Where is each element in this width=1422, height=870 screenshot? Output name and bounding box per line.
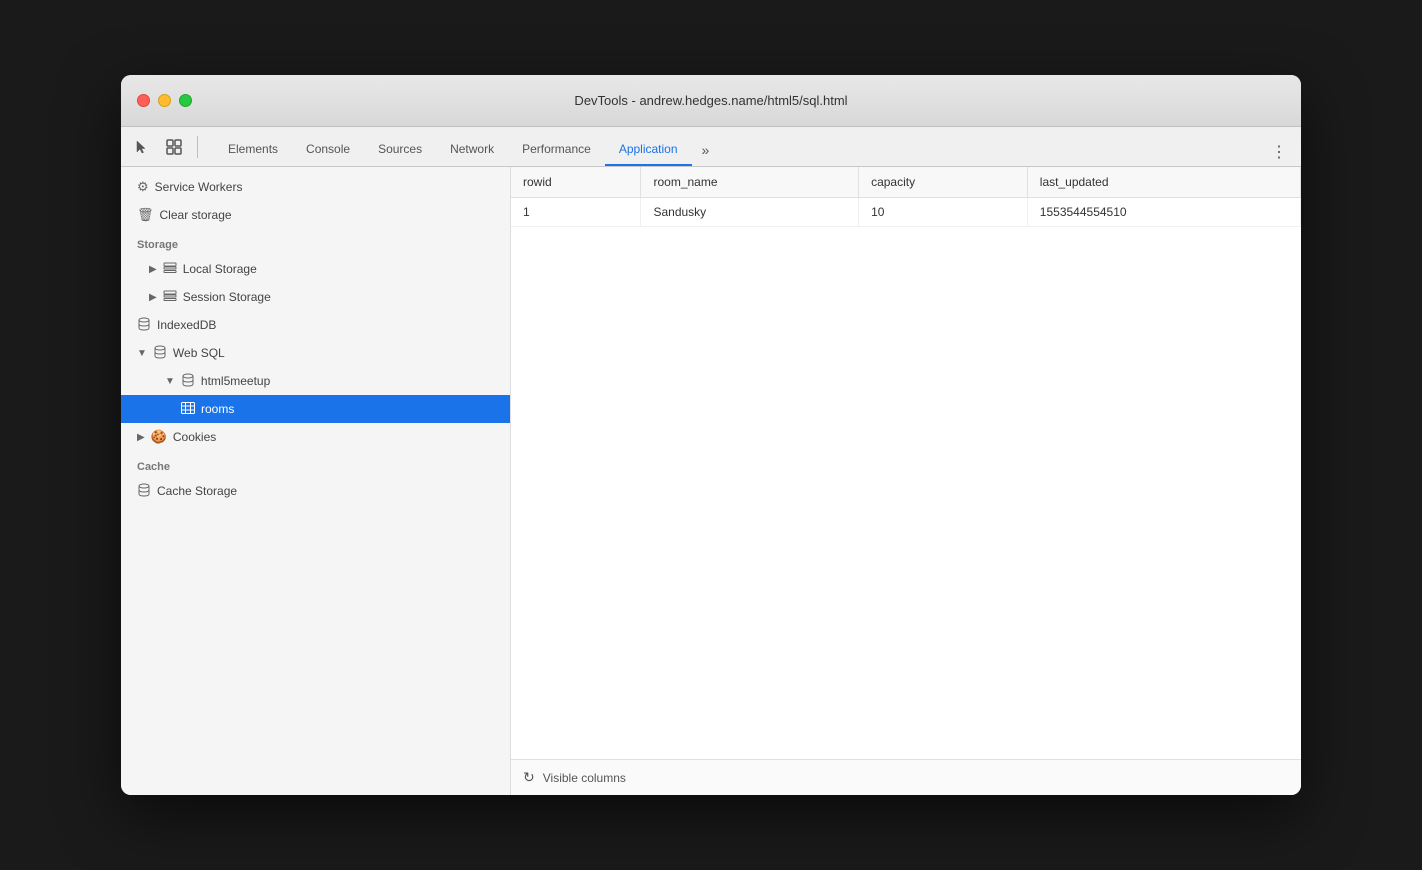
tab-application[interactable]: Application	[605, 134, 692, 166]
col-room-name: room_name	[641, 167, 859, 198]
inspect-icon[interactable]	[161, 134, 187, 160]
visible-columns-label[interactable]: Visible columns	[543, 771, 626, 785]
cache-storage-icon	[137, 483, 151, 500]
table-footer: ↻ Visible columns	[511, 759, 1301, 795]
tab-performance[interactable]: Performance	[508, 134, 605, 166]
window-title: DevTools - andrew.hedges.name/html5/sql.…	[574, 93, 847, 108]
chevron-down-icon: ▼	[137, 348, 147, 359]
database-icon	[181, 373, 195, 390]
sidebar-item-clear-storage[interactable]: 🗑 Clear storage	[121, 201, 510, 229]
toolbar-left	[129, 134, 202, 166]
sidebar-item-cookies[interactable]: ▶ 🍪 Cookies	[121, 423, 510, 451]
col-rowid: rowid	[511, 167, 641, 198]
tab-console[interactable]: Console	[292, 134, 364, 166]
session-storage-icon	[163, 290, 177, 305]
chevron-right-icon: ▶	[149, 292, 157, 303]
sidebar-item-html5meetup[interactable]: ▼ html5meetup	[121, 367, 510, 395]
tab-elements[interactable]: Elements	[214, 134, 292, 166]
table-icon	[181, 402, 195, 417]
chevron-right-icon: ▶	[149, 264, 157, 275]
devtools-menu-button[interactable]: ⋮	[1265, 138, 1293, 166]
sidebar-item-web-sql[interactable]: ▼ Web SQL	[121, 339, 510, 367]
sidebar-item-service-workers[interactable]: ⚙ Service Workers	[121, 173, 510, 201]
cell-rowid: 1	[511, 198, 641, 227]
cursor-icon[interactable]	[129, 134, 155, 160]
chevron-right-icon: ▶	[137, 432, 145, 443]
traffic-lights	[137, 94, 192, 107]
tab-sources[interactable]: Sources	[364, 134, 436, 166]
maximize-button[interactable]	[179, 94, 192, 107]
main-content: ⚙ Service Workers 🗑 Clear storage Storag…	[121, 167, 1301, 795]
sidebar-item-indexeddb[interactable]: IndexedDB	[121, 311, 510, 339]
table-area: rowid room_name capacity last_updated 1 …	[511, 167, 1301, 795]
trash-icon: 🗑	[137, 207, 154, 223]
tab-bar: Elements Console Sources Network Perform…	[121, 127, 1301, 167]
sidebar-item-rooms[interactable]: rooms	[121, 395, 510, 423]
table-header-row: rowid room_name capacity last_updated	[511, 167, 1301, 198]
title-bar: DevTools - andrew.hedges.name/html5/sql.…	[121, 75, 1301, 127]
tabs-container: Elements Console Sources Network Perform…	[214, 134, 1265, 166]
rooms-table: rowid room_name capacity last_updated 1 …	[511, 167, 1301, 227]
table-row[interactable]: 1 Sandusky 10 1553544554510	[511, 198, 1301, 227]
sidebar: ⚙ Service Workers 🗑 Clear storage Storag…	[121, 167, 511, 795]
local-storage-icon	[163, 262, 177, 277]
devtools-window: DevTools - andrew.hedges.name/html5/sql.…	[121, 75, 1301, 795]
col-last-updated: last_updated	[1027, 167, 1300, 198]
tab-divider	[197, 136, 198, 158]
web-sql-icon	[153, 345, 167, 362]
more-tabs-button[interactable]: »	[692, 134, 720, 166]
sidebar-item-session-storage[interactable]: ▶ Session Storage	[121, 283, 510, 311]
gear-icon: ⚙	[137, 179, 149, 195]
minimize-button[interactable]	[158, 94, 171, 107]
indexeddb-icon	[137, 317, 151, 334]
refresh-icon[interactable]: ↻	[523, 769, 535, 786]
cookie-icon: 🍪	[151, 429, 167, 445]
col-capacity: capacity	[859, 167, 1028, 198]
tab-network[interactable]: Network	[436, 134, 508, 166]
sidebar-item-cache-storage[interactable]: Cache Storage	[121, 477, 510, 505]
cache-section-label: Cache	[121, 451, 510, 477]
data-table: rowid room_name capacity last_updated 1 …	[511, 167, 1301, 759]
storage-section-label: Storage	[121, 229, 510, 255]
chevron-down-icon: ▼	[165, 376, 175, 387]
cell-last-updated: 1553544554510	[1027, 198, 1300, 227]
sidebar-item-local-storage[interactable]: ▶ Local Storage	[121, 255, 510, 283]
close-button[interactable]	[137, 94, 150, 107]
cell-room-name: Sandusky	[641, 198, 859, 227]
cell-capacity: 10	[859, 198, 1028, 227]
